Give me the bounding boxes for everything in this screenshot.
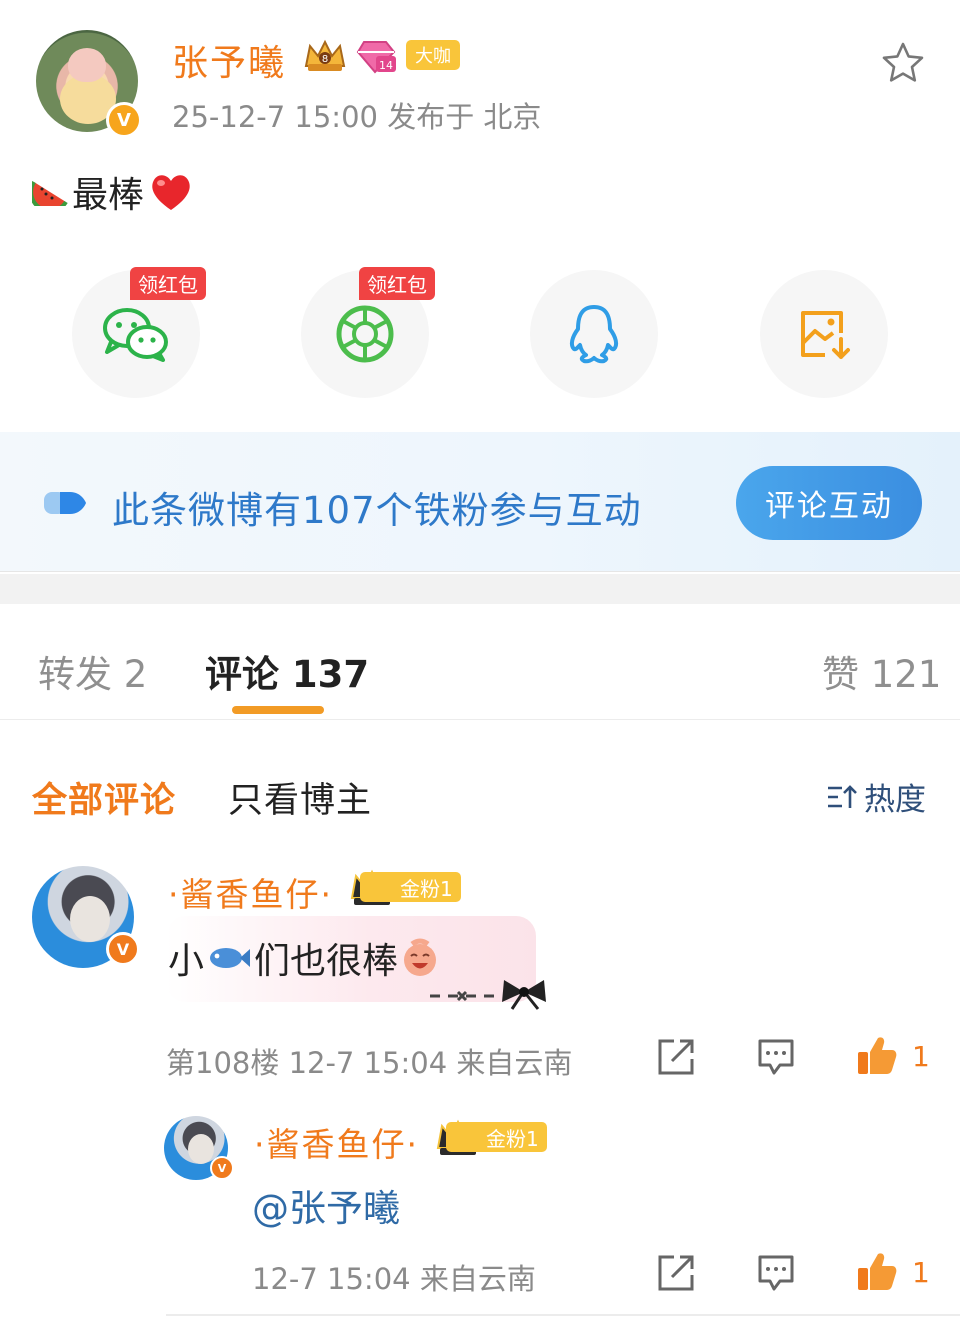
comment-text-part: 们也很棒 <box>254 941 399 982</box>
tab-likes[interactable]: 赞 121 <box>822 644 941 698</box>
save-image-icon <box>801 311 850 359</box>
qq-penguin-icon <box>569 305 619 364</box>
comment-text-part: 小 <box>168 941 205 982</box>
comment-interact-button[interactable]: 评论互动 <box>736 466 922 540</box>
author-avatar[interactable]: V <box>36 30 142 138</box>
tab-repost[interactable]: 转发 2 <box>38 644 147 698</box>
post-text-content: 最棒 <box>72 175 145 216</box>
reply-meta: 12-7 15:04 来自云南 <box>252 1262 536 1296</box>
gem-level-number: 14 <box>379 59 393 72</box>
verified-icon: V <box>106 102 142 138</box>
reply-divider <box>166 1314 960 1316</box>
reply-comment-icon[interactable] <box>756 1037 796 1077</box>
save-image-button[interactable] <box>760 270 888 398</box>
reply-mention-link[interactable]: @张予曦 <box>252 1178 400 1232</box>
post-text: 最棒 <box>32 166 194 218</box>
iron-fan-icon <box>44 492 86 514</box>
avatar-face <box>70 896 110 942</box>
comment-text: 小 们也很棒 <box>168 932 440 984</box>
post-tabs: 转发 2 评论 137 赞 121 <box>0 604 960 720</box>
like-thumb-icon[interactable] <box>856 1250 898 1292</box>
author-name[interactable]: 张予曦 <box>172 34 286 86</box>
avatar-bird-head <box>68 48 106 82</box>
filter-all-comments[interactable]: 全部评论 <box>32 772 176 823</box>
reply-author-name[interactable]: ·酱香鱼仔· <box>254 1118 419 1166</box>
comment-meta: 第108楼 12-7 15:04 来自云南 <box>166 1046 573 1080</box>
red-packet-tag: 领红包 <box>130 267 206 300</box>
post-card: V 张予曦 8 14 大咖 25-12-7 15:00 发布于 北京 最棒 领红… <box>0 0 960 430</box>
daka-badge[interactable]: 大咖 <box>406 40 460 70</box>
watermelon-emoji-icon <box>32 180 68 206</box>
gold-fan-badge[interactable]: 金粉1 <box>360 872 461 902</box>
share-qq-button[interactable] <box>530 270 658 398</box>
verified-icon: V <box>106 932 140 966</box>
fish-emoji-icon <box>210 948 251 968</box>
reply-comment-icon[interactable] <box>756 1253 796 1293</box>
share-wechat-button[interactable]: 领红包 <box>72 267 206 398</box>
sort-label: 热度 <box>864 782 926 818</box>
gold-fan-badge[interactable]: 金粉1 <box>446 1122 547 1152</box>
bow-decoration-icon <box>430 980 546 1010</box>
red-packet-tag: 领红包 <box>359 267 435 300</box>
gem-level-icon[interactable]: 14 <box>356 38 398 74</box>
favorite-star-icon[interactable] <box>880 40 926 86</box>
iron-fan-text: 此条微博有107个铁粉参与互动 <box>112 489 642 532</box>
crown-level-icon[interactable]: 8 <box>302 38 348 74</box>
section-divider <box>0 574 960 604</box>
filter-host-only[interactable]: 只看博主 <box>228 772 372 823</box>
verified-icon: V <box>210 1156 234 1180</box>
share-comment-icon[interactable] <box>656 1253 696 1293</box>
crown-level-number: 8 <box>322 54 328 65</box>
avatar-face <box>188 1134 214 1164</box>
like-thumb-icon[interactable] <box>856 1034 898 1076</box>
laughing-face-emoji-icon <box>404 938 437 976</box>
sort-icon <box>828 784 857 808</box>
share-moments-button[interactable]: 领红包 <box>301 267 435 398</box>
moments-aperture-icon <box>336 305 394 363</box>
red-heart-emoji-icon <box>152 175 190 210</box>
post-meta: 25-12-7 15:00 发布于 北京 <box>172 100 542 134</box>
like-count: 1 <box>912 1040 930 1073</box>
wechat-icon <box>103 308 168 362</box>
reply-avatar[interactable]: V <box>164 1116 234 1180</box>
share-comment-icon[interactable] <box>656 1037 696 1077</box>
commenter-avatar[interactable]: V <box>32 866 140 968</box>
tab-comments[interactable]: 评论 137 <box>205 644 369 698</box>
like-count: 1 <box>912 1256 930 1289</box>
commenter-name[interactable]: ·酱香鱼仔· <box>168 868 333 916</box>
active-tab-indicator <box>232 706 324 714</box>
sort-button[interactable]: 热度 <box>826 774 926 819</box>
